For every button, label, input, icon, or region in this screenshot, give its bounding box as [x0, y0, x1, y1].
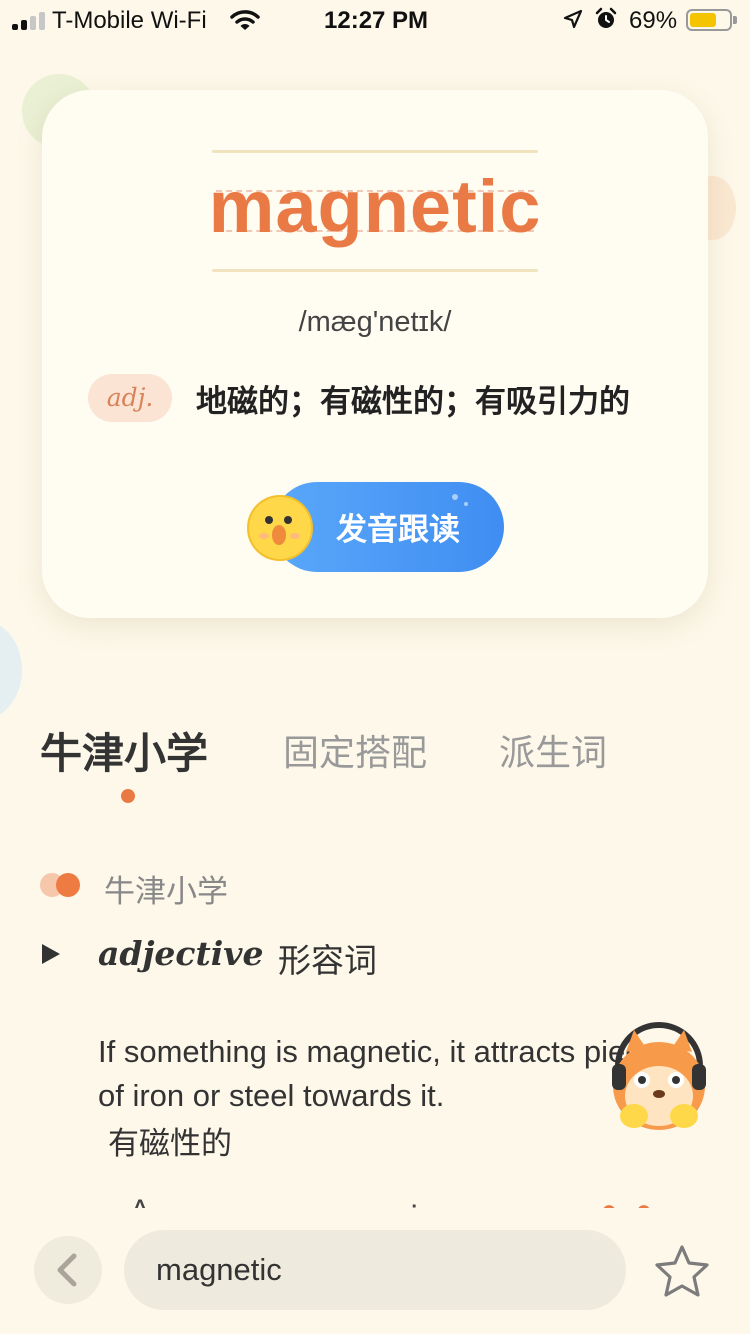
part-of-speech-full: adjective: [98, 934, 264, 973]
battery-percent: 69%: [629, 7, 678, 34]
sparkle-dot: [464, 502, 468, 506]
headword: magnetic: [208, 165, 542, 248]
tab-collocations[interactable]: 固定搭配: [283, 724, 427, 776]
carrier-name: T-Mobile Wi-Fi: [52, 7, 207, 34]
squirrel-headphones-mascot-icon[interactable]: [604, 1016, 714, 1134]
dictionary-source-title: 牛津小学: [104, 874, 228, 909]
short-definition: 地磁的；有磁性的；有吸引力的: [196, 384, 630, 419]
back-button[interactable]: [34, 1236, 102, 1304]
english-definition: If something is magnetic, it attracts pi…: [98, 1034, 674, 1113]
part-of-speech-badge: adj.: [88, 374, 172, 422]
word-top-line: [212, 150, 538, 153]
search-field-value: magnetic: [156, 1252, 282, 1287]
cellular-signal-icon: [12, 12, 48, 30]
section-bullet-icon: [40, 873, 80, 897]
clock-time: 12:27 PM: [324, 7, 429, 34]
active-tab-indicator: [121, 789, 135, 803]
status-bar: T-Mobile Wi-Fi 12:27 PM 69%: [0, 0, 750, 42]
play-icon[interactable]: [40, 942, 62, 966]
chinese-definition: 有磁性的: [108, 1126, 232, 1161]
word-card: magnetic /mæg'netɪk/ adj. 地磁的；有磁性的；有吸引力的…: [42, 90, 708, 618]
sparkle-dot: [452, 494, 458, 500]
chevron-left-icon: [57, 1253, 77, 1287]
search-field[interactable]: magnetic: [124, 1230, 626, 1310]
tab-oxford-primary[interactable]: 牛津小学: [40, 720, 208, 781]
alarm-icon: [595, 7, 617, 28]
part-of-speech-chinese: 形容词: [278, 942, 377, 979]
word-detail-page: T-Mobile Wi-Fi 12:27 PM 69% magnetic /mæ…: [0, 0, 750, 1334]
follow-read-label: 发音跟读: [336, 512, 460, 547]
location-arrow-icon: [563, 9, 583, 29]
word-bottom-line: [212, 269, 538, 272]
chick-face-icon: [247, 495, 313, 561]
phonetic-transcription: /mæg'netɪk/: [298, 306, 452, 338]
wifi-icon: [230, 10, 260, 30]
decor-blob-blue: [0, 620, 22, 720]
battery-icon: [686, 9, 737, 31]
tab-derivatives[interactable]: 派生词: [499, 724, 607, 776]
star-outline-icon[interactable]: [652, 1242, 712, 1302]
